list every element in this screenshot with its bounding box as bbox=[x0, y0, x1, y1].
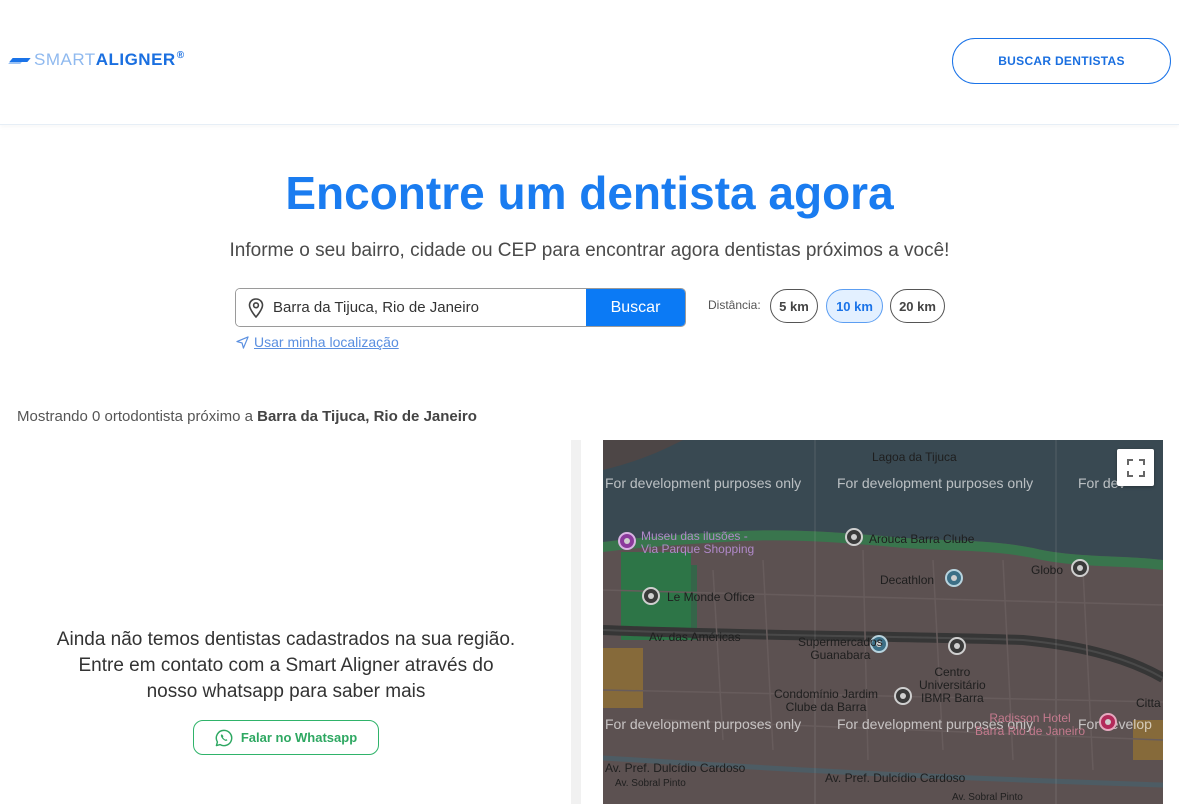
map-label-lagoa: Lagoa da Tijuca bbox=[872, 450, 957, 464]
map-poi-pin[interactable] bbox=[1099, 713, 1117, 731]
search-input-wrapper[interactable] bbox=[236, 289, 586, 326]
map-label-le-monde: Le Monde Office bbox=[667, 590, 755, 604]
map-label-av-americas: Av. das Américas bbox=[649, 630, 741, 644]
page-subtitle: Informe o seu bairro, cidade ou CEP para… bbox=[229, 240, 950, 261]
map-poi-pin[interactable] bbox=[845, 528, 863, 546]
empty-state-line-2: Entre em contato com a Smart Aligner atr… bbox=[78, 655, 494, 676]
map-poi-pin[interactable] bbox=[894, 687, 912, 705]
map-poi-pin[interactable] bbox=[945, 569, 963, 587]
logo-mark-icon bbox=[9, 55, 31, 65]
map-watermark: For development purposes only bbox=[605, 475, 802, 491]
buscar-button[interactable]: Buscar bbox=[586, 289, 685, 326]
map-label-museu: Museu das ilusões - Via Parque Shopping bbox=[641, 529, 755, 556]
logo-text-smart: SMART bbox=[34, 50, 96, 69]
fullscreen-icon bbox=[1126, 458, 1145, 477]
map-label-globo: Globo bbox=[1031, 563, 1064, 577]
map-label-dulcidio: Av. Pref. Dulcídio Cardoso bbox=[825, 771, 966, 785]
map-view[interactable]: For development purposes only For develo… bbox=[603, 440, 1163, 804]
location-pin-icon bbox=[248, 297, 264, 318]
search-form: Buscar bbox=[235, 288, 686, 327]
search-input[interactable] bbox=[273, 299, 573, 316]
map-poi-pin[interactable] bbox=[1071, 559, 1089, 577]
map-label-radisson: Radisson Hotel Barra Rio de Janeiro bbox=[975, 711, 1086, 738]
falar-no-whatsapp-button[interactable]: Falar no Whatsapp bbox=[193, 720, 379, 755]
page-title: Encontre um dentista agora bbox=[285, 167, 894, 219]
empty-state-line-3: nosso whatsapp para saber mais bbox=[146, 681, 426, 702]
map-watermark: For development purposes only bbox=[837, 475, 1034, 491]
empty-state-line-1: Ainda não temos dentistas cadastrados na… bbox=[56, 629, 516, 650]
map-label-decathlon: Decathlon bbox=[880, 573, 935, 587]
map-fullscreen-button[interactable] bbox=[1117, 449, 1154, 486]
map-poi-pin[interactable] bbox=[642, 587, 660, 605]
results-list-scrollbar[interactable] bbox=[571, 440, 581, 804]
navigation-arrow-icon bbox=[236, 335, 249, 349]
results-summary-prefix: Mostrando 0 ortodontista próximo a bbox=[17, 408, 258, 425]
distance-option-20km[interactable]: 20 km bbox=[890, 289, 945, 323]
whatsapp-icon bbox=[215, 729, 233, 746]
map-label-centro-universitario: Centro Universitário IBMR Barra bbox=[919, 665, 986, 705]
map-label-citta: Citta O bbox=[1136, 696, 1163, 710]
distance-label: Distância: bbox=[708, 298, 761, 312]
use-my-location-label: Usar minha localização bbox=[254, 334, 399, 350]
map-label-dulcidio: Av. Pref. Dulcídio Cardoso bbox=[605, 761, 746, 775]
map-watermark: For development purposes only bbox=[605, 716, 802, 732]
buscar-dentistas-button[interactable]: BUSCAR DENTISTAS bbox=[952, 38, 1171, 84]
map-label-condominio: Condomínio Jardim Clube da Barra bbox=[774, 687, 879, 714]
logo-text-aligner: ALIGNER bbox=[95, 50, 176, 69]
empty-state-message: Ainda não temos dentistas cadastrados na… bbox=[0, 627, 572, 705]
results-summary: Mostrando 0 ortodontista próximo a Barra… bbox=[17, 408, 477, 425]
distance-option-10km[interactable]: 10 km bbox=[826, 289, 883, 323]
map-label-sobral: Av. Sobral Pinto bbox=[615, 778, 686, 789]
smart-aligner-logo[interactable]: SMART ALIGNER ® bbox=[9, 50, 184, 70]
falar-no-whatsapp-label: Falar no Whatsapp bbox=[240, 730, 358, 745]
results-summary-location: Barra da Tijuca, Rio de Janeiro bbox=[257, 408, 477, 425]
distance-option-5km[interactable]: 5 km bbox=[770, 289, 818, 323]
logo-registered-mark: ® bbox=[176, 49, 185, 61]
map-dev-overlay bbox=[603, 440, 1163, 804]
map-poi-pin[interactable] bbox=[948, 637, 966, 655]
map-label-supermercados: Supermercados Guanabara bbox=[798, 635, 883, 662]
map-label-sobral: Av. Sobral Pinto bbox=[952, 792, 1023, 803]
site-header: SMART ALIGNER ® BUSCAR DENTISTAS bbox=[0, 0, 1179, 125]
use-my-location-link[interactable]: Usar minha localização bbox=[236, 334, 399, 350]
map-label-arouca: Arouca Barra Clube bbox=[869, 532, 975, 546]
map-poi-pin[interactable] bbox=[618, 532, 636, 550]
